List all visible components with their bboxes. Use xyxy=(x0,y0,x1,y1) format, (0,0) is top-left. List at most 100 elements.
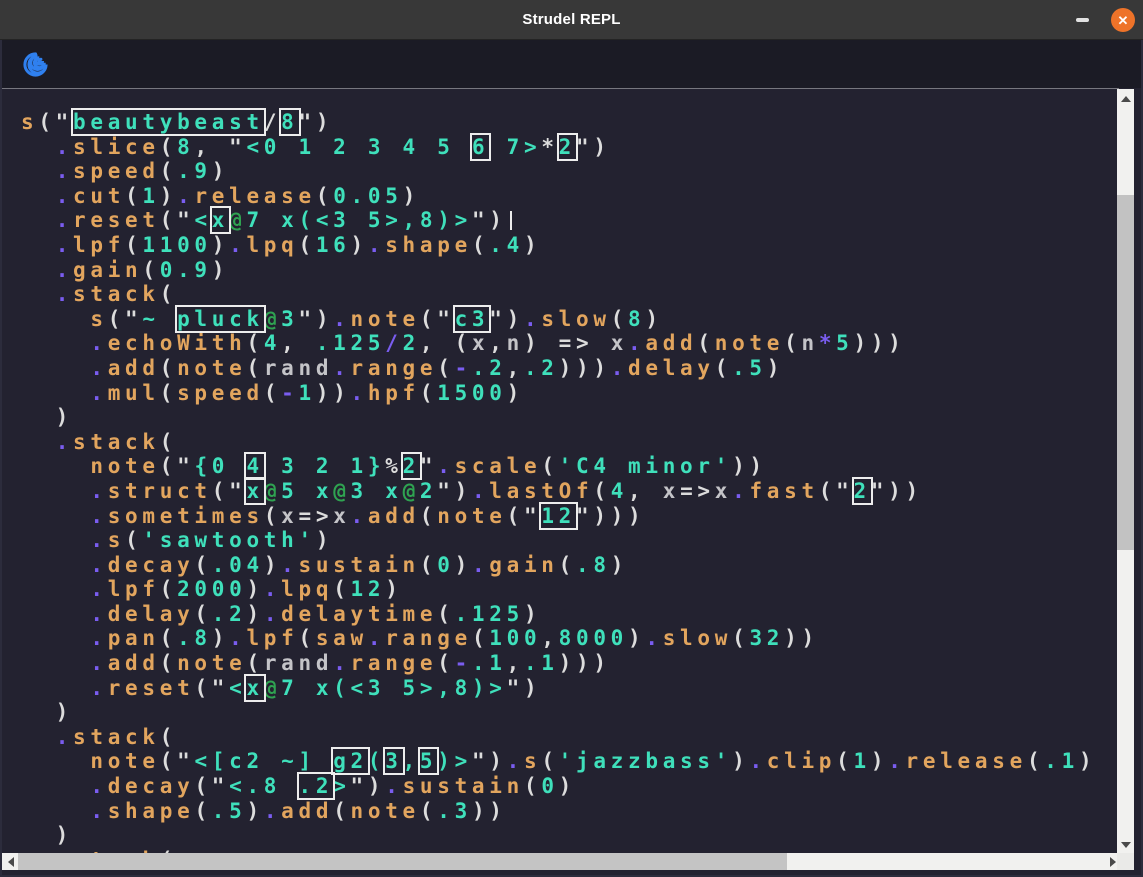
code-line: .add(note(rand.range(-.2,.2))).delay(.5) xyxy=(21,356,1119,381)
strudel-repl-window: Strudel REPL ✕ s("beautybeast/8") .slice… xyxy=(0,0,1143,877)
code-token: <0 1 2 3 4 5 xyxy=(246,135,471,159)
code-token: . xyxy=(90,528,107,552)
code-line: .struct("x@5 x@3 x@2").lastOf(4, x=>x.fa… xyxy=(21,479,1119,504)
code-token xyxy=(21,307,90,331)
code-token: 5 xyxy=(836,331,853,355)
code-line: .echoWith(4, .125/2, (x,n) => x.add(note… xyxy=(21,331,1119,356)
code-token: . xyxy=(368,626,385,650)
code-token: => xyxy=(299,504,334,528)
code-token: .125 xyxy=(455,602,524,626)
code-token: scale xyxy=(455,454,542,478)
code-token: @ xyxy=(229,208,246,232)
code-token: sometimes xyxy=(108,504,264,528)
code-line: .sometimes(x=>x.add(note("12"))) xyxy=(21,504,1119,529)
code-token: . xyxy=(56,430,73,454)
code-line: ) xyxy=(21,405,1119,430)
code-token: ( xyxy=(420,504,437,528)
code-token xyxy=(21,184,56,208)
code-token: ( xyxy=(559,553,576,577)
code-token: ( xyxy=(160,577,177,601)
code-token: shape xyxy=(108,799,195,823)
code-token: ) xyxy=(1079,749,1096,773)
code-line: .lpf(1100).lpq(16).shape(.4) xyxy=(21,233,1119,258)
code-token: (" xyxy=(507,504,542,528)
code-token: .8 xyxy=(177,626,212,650)
code-token: ( xyxy=(524,774,541,798)
code-token xyxy=(21,135,56,159)
code-token: ( xyxy=(246,651,263,675)
code-token: (" xyxy=(194,676,229,700)
vertical-scrollbar-thumb[interactable] xyxy=(1117,195,1134,550)
code-line: .mul(speed(-1)).hpf(1500) xyxy=(21,381,1119,406)
code-token: <.8 xyxy=(229,774,298,798)
text-cursor xyxy=(510,211,512,230)
code-token: shape xyxy=(385,233,472,257)
code-token: 100 xyxy=(489,626,541,650)
code-token: ) xyxy=(559,774,576,798)
active-token-highlight: 8 xyxy=(281,110,298,134)
arrow-up-icon xyxy=(1121,96,1131,102)
code-token: stack xyxy=(73,725,160,749)
code-token: ( xyxy=(299,233,316,257)
close-button[interactable]: ✕ xyxy=(1111,8,1135,32)
scroll-left-button[interactable] xyxy=(3,853,18,870)
code-editor[interactable]: s("beautybeast/8") .slice(8, "<0 1 2 3 4… xyxy=(2,88,1119,855)
code-token: ") xyxy=(576,135,611,159)
code-token xyxy=(21,504,90,528)
code-token: ~ xyxy=(142,307,177,331)
code-token: 1500 xyxy=(437,381,506,405)
code-token: 3 x xyxy=(351,479,403,503)
code-token: ( xyxy=(160,725,177,749)
code-line: ) xyxy=(21,823,1119,848)
minimize-button[interactable] xyxy=(1069,7,1095,33)
code-token xyxy=(21,553,90,577)
code-token: . xyxy=(90,356,107,380)
code-token: ) xyxy=(246,602,263,626)
code-token: ( xyxy=(541,454,558,478)
code-line: .cut(1).release(0.05) xyxy=(21,184,1119,209)
code-token xyxy=(21,331,90,355)
code-token: @ xyxy=(403,479,420,503)
code-token: ")) xyxy=(871,479,923,503)
code-line: .slice(8, "<0 1 2 3 4 5 6 7>*2") xyxy=(21,135,1119,160)
code-token: .4 xyxy=(489,233,524,257)
code-token: , xyxy=(489,331,506,355)
code-token: (" xyxy=(420,307,455,331)
vertical-scrollbar[interactable] xyxy=(1117,89,1134,855)
scroll-down-button[interactable] xyxy=(1117,837,1134,853)
code-token: . xyxy=(90,676,107,700)
code-token: ( xyxy=(194,799,211,823)
code-token: add xyxy=(108,356,160,380)
code-token: pan xyxy=(108,626,160,650)
code-line: .reset("<x@7 x(<3 5>,8)>") xyxy=(21,676,1119,701)
code-line: s("beautybeast/8") xyxy=(21,110,1119,135)
horizontal-scrollbar-thumb[interactable] xyxy=(18,853,787,870)
code-token: . xyxy=(56,282,73,306)
code-line: note("{0 4 3 2 1}%2".scale('C4 minor')) xyxy=(21,454,1119,479)
code-token: @ xyxy=(264,479,281,503)
code-token: ( xyxy=(246,331,263,355)
code-token xyxy=(21,774,90,798)
code-token: ( xyxy=(160,356,177,380)
code-token: ( xyxy=(732,626,749,650)
code-token: .2 xyxy=(212,602,247,626)
code-token: 4 xyxy=(264,331,281,355)
code-token: > xyxy=(333,774,350,798)
strudel-spiral-logo[interactable] xyxy=(22,51,49,78)
code-token: note xyxy=(351,799,420,823)
code-token: , xyxy=(281,331,316,355)
code-token: ))) xyxy=(559,356,611,380)
horizontal-scrollbar[interactable] xyxy=(2,853,1121,870)
code-token: * xyxy=(541,135,558,159)
code-token: )) xyxy=(784,626,819,650)
code-token: ( xyxy=(611,307,628,331)
code-token xyxy=(21,381,90,405)
code-token: ) xyxy=(246,577,263,601)
code-token: (" xyxy=(160,454,195,478)
code-token: lpf xyxy=(73,233,125,257)
code-token: . xyxy=(611,356,628,380)
code-token: (" xyxy=(108,307,143,331)
code-line: .s('sawtooth') xyxy=(21,528,1119,553)
scroll-up-button[interactable] xyxy=(1117,91,1134,107)
code-token: ) xyxy=(246,799,263,823)
